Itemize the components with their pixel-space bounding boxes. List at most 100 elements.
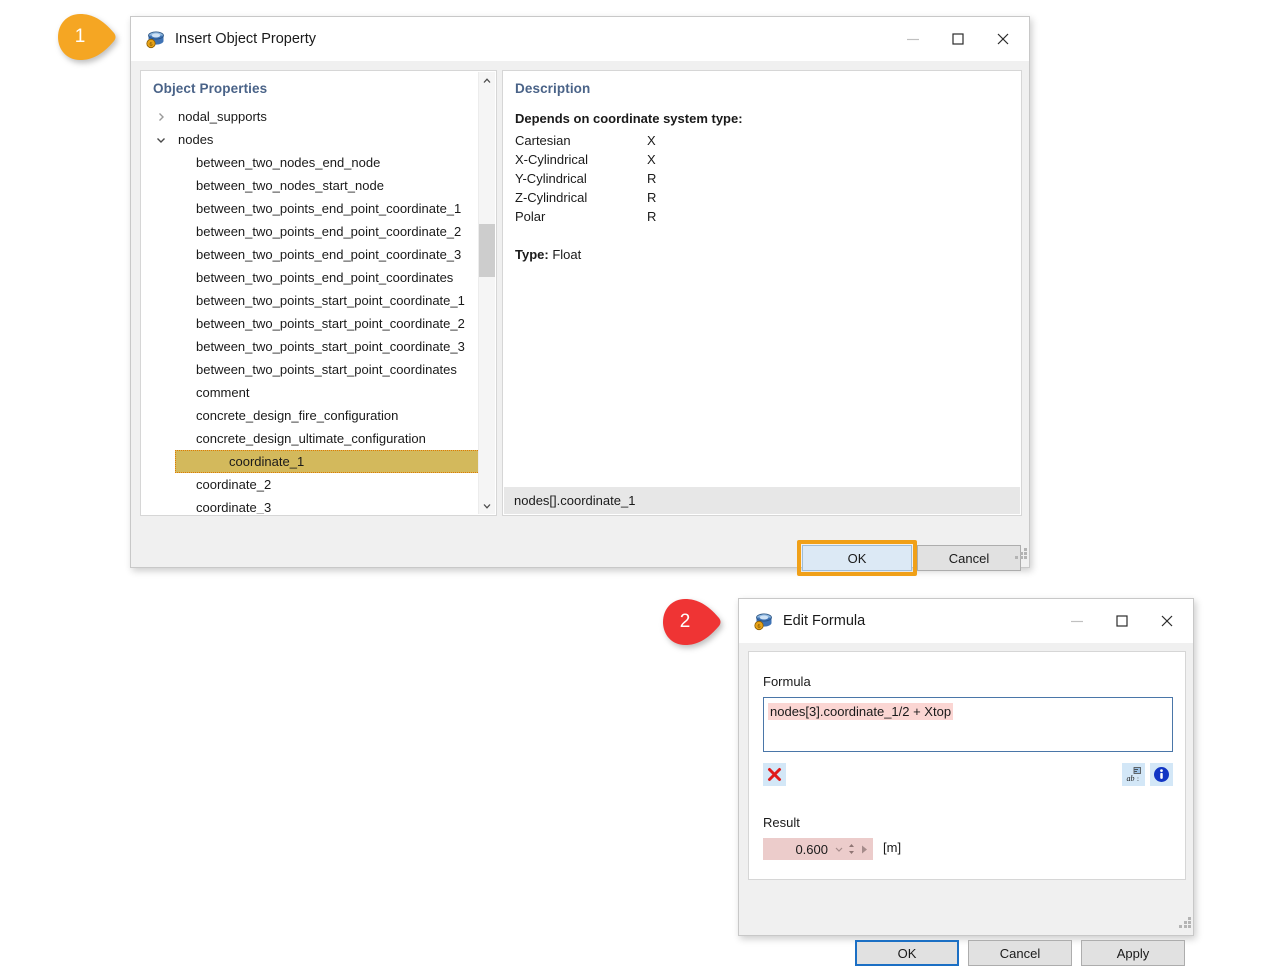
insert-object-property-window: 6 Insert Object Property Object Properti…: [130, 16, 1030, 576]
tree-item[interactable]: between_two_nodes_start_node: [142, 174, 479, 197]
tree-item-label: coordinate_1: [229, 454, 305, 469]
properties-scrollbar[interactable]: [478, 72, 495, 514]
coordinate-system-table: Cartesian X X-Cylindrical X Y-Cylindrical R Z-…: [515, 131, 656, 226]
tree-item-label: nodal_supports: [178, 109, 267, 124]
tree-item[interactable]: concrete_design_fire_configuration: [142, 404, 479, 427]
result-label: Result: [763, 815, 800, 830]
chevron-down-icon[interactable]: [152, 135, 170, 145]
tree-item[interactable]: comment: [142, 381, 479, 404]
scrollbar-thumb[interactable]: [479, 224, 495, 277]
formula-dialog-title: Edit Formula: [783, 613, 866, 629]
result-value-field[interactable]: 0.600: [763, 838, 873, 860]
text-format-icon[interactable]: ab :: [1122, 763, 1145, 786]
svg-text::: :: [1137, 775, 1139, 783]
coordinate-system-row: X-Cylindrical X: [515, 150, 656, 169]
coordinate-system-name: Cartesian: [515, 133, 571, 148]
description-type-label: Type:: [515, 247, 549, 262]
tree-item[interactable]: coordinate_3: [142, 496, 479, 514]
insert-dialog-title: Insert Object Property: [175, 31, 317, 47]
property-path-bar: nodes[].coordinate_1: [504, 487, 1020, 514]
description-content: Depends on coordinate system type: Carte…: [515, 109, 1009, 264]
result-value: 0.600: [795, 841, 828, 857]
tree-item-label: between_two_nodes_end_node: [196, 155, 381, 170]
red-x-icon[interactable]: [763, 763, 786, 786]
spinner-icon: [849, 844, 854, 854]
tree-item[interactable]: between_two_points_end_point_coordinates: [142, 266, 479, 289]
minimize-icon[interactable]: [1054, 600, 1099, 643]
coordinate-system-row: Y-Cylindrical R: [515, 169, 656, 188]
close-icon[interactable]: [980, 18, 1025, 61]
maximize-icon[interactable]: [1099, 600, 1144, 643]
tree-item[interactable]: between_two_points_end_point_coordinate_…: [142, 220, 479, 243]
coordinate-system-value: R: [647, 209, 657, 224]
tree-item-label: between_two_points_end_point_coordinate_…: [196, 224, 462, 239]
tree-item[interactable]: coordinate_2: [142, 473, 479, 496]
info-icon[interactable]: [1150, 763, 1173, 786]
coordinate-system-value: R: [647, 190, 657, 205]
close-icon[interactable]: [1144, 600, 1189, 643]
tree-item[interactable]: concrete_design_ultimate_configuration: [142, 427, 479, 450]
coordinate-system-row: Cartesian X: [515, 131, 656, 150]
svg-text:6: 6: [758, 624, 761, 630]
description-type: Type: Float: [515, 245, 1009, 264]
insert-dialog-body: Object Properties nodal_supports nodes bet…: [131, 61, 1029, 576]
formula-label: Formula: [763, 674, 811, 689]
tree-item[interactable]: between_two_points_start_point_coordinat…: [142, 358, 479, 381]
edit-formula-window: 6 Edit Formula Formula nodes[3].coordina…: [738, 598, 1194, 966]
coordinate-system-name: Y-Cylindrical: [515, 171, 587, 186]
tree-item-selected[interactable]: coordinate_1: [175, 450, 479, 473]
callout-badge-1: 1: [58, 14, 120, 60]
chevron-right-icon[interactable]: [152, 112, 170, 122]
resize-grip[interactable]: [1179, 917, 1192, 930]
formula-group-box: Formula nodes[3].coordinate_1/2 + Xtop a…: [748, 651, 1186, 880]
coordinate-system-row: Z-Cylindrical R: [515, 188, 656, 207]
formula-ok-button[interactable]: OK: [855, 940, 959, 966]
tree-item[interactable]: between_two_points_start_point_coordinat…: [142, 289, 479, 312]
scroll-down-icon[interactable]: [479, 497, 495, 514]
chevron-down-icon: [835, 847, 843, 852]
tree-item[interactable]: between_two_points_end_point_coordinate_…: [142, 197, 479, 220]
formula-dialog-titlebar[interactable]: 6 Edit Formula: [739, 599, 1193, 643]
coordinate-system-name: X-Cylindrical: [515, 152, 588, 167]
formula-input[interactable]: nodes[3].coordinate_1/2 + Xtop: [763, 697, 1173, 752]
tree-item[interactable]: between_two_points_start_point_coordinat…: [142, 335, 479, 358]
minimize-icon[interactable]: [890, 18, 935, 61]
object-properties-panel: Object Properties nodal_supports nodes bet…: [140, 70, 497, 516]
tree-item-label: between_two_points_start_point_coordinat…: [196, 362, 457, 377]
tree-item[interactable]: nodes: [142, 128, 479, 151]
resize-grip[interactable]: [1015, 548, 1028, 561]
callout-badge-2-number: 2: [679, 611, 691, 632]
callout-badge-1-number: 1: [74, 26, 86, 47]
coordinate-system-row: Polar R: [515, 207, 656, 226]
formula-input-value: nodes[3].coordinate_1/2 + Xtop: [768, 703, 954, 720]
tree-item[interactable]: between_two_points_start_point_coordinat…: [142, 312, 479, 335]
tree-item-label: coordinate_3: [196, 500, 272, 514]
tree-item[interactable]: nodal_supports: [142, 105, 479, 128]
tree-item-label: between_two_points_end_point_coordinates: [196, 270, 454, 285]
formula-cancel-button[interactable]: Cancel: [968, 940, 1072, 966]
tree-item[interactable]: between_two_points_end_point_coordinate_…: [142, 243, 479, 266]
tree-item-label: between_two_nodes_start_node: [196, 178, 384, 193]
insert-cancel-button[interactable]: Cancel: [917, 545, 1021, 571]
result-field-controls[interactable]: [834, 842, 873, 856]
formula-apply-button[interactable]: Apply: [1081, 940, 1185, 966]
callout-badge-2: 2: [663, 599, 725, 645]
coordinate-system-name: Polar: [515, 209, 546, 224]
tree-item[interactable]: between_two_nodes_end_node: [142, 151, 479, 174]
tree-item-label: comment: [196, 385, 250, 400]
scroll-up-icon[interactable]: [479, 72, 495, 89]
coordinate-system-value: X: [647, 133, 656, 148]
insert-ok-button[interactable]: OK: [802, 545, 912, 571]
database-cylinder-icon: 6: [145, 29, 165, 49]
maximize-icon[interactable]: [935, 18, 980, 61]
insert-dialog-titlebar[interactable]: 6 Insert Object Property: [131, 17, 1029, 61]
tree-item-label: between_two_points_end_point_coordinate_…: [196, 201, 462, 216]
object-properties-tree[interactable]: nodal_supportsnodes between_two_nodes_end…: [142, 105, 479, 514]
description-type-value: Float: [552, 247, 582, 262]
play-icon: [862, 845, 867, 854]
svg-text:6: 6: [150, 42, 153, 48]
tree-item-label: between_two_points_start_point_coordinat…: [196, 293, 465, 308]
coordinate-system-value: R: [647, 171, 657, 186]
tree-item-label: concrete_design_fire_configuration: [196, 408, 399, 423]
coordinate-system-value: X: [647, 152, 656, 167]
